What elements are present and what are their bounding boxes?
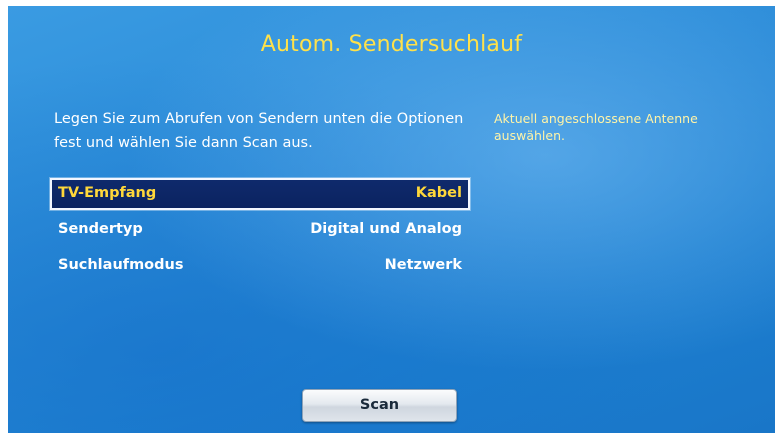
instructions-text: Legen Sie zum Abrufen von Sendern unten … — [54, 111, 464, 151]
menu-item-value: Digital und Analog — [310, 221, 462, 237]
menu-item-label: Sendertyp — [58, 221, 143, 237]
page-title: Autom. Sendersuchlauf — [260, 32, 523, 57]
menu-item-tv-empfang[interactable]: TV-Empfang Kabel — [50, 178, 470, 210]
menu-item-value: Kabel — [415, 185, 462, 201]
menu-item-value: Netzwerk — [384, 257, 462, 273]
help-text: Aktuell angeschlossene Antenne auswählen… — [494, 111, 698, 143]
menu-item-label: TV-Empfang — [58, 185, 157, 201]
menu-item-suchlaufmodus[interactable]: Suchlaufmodus Netzwerk — [50, 250, 470, 282]
menu-item-sendertyp[interactable]: Sendertyp Digital und Analog — [50, 214, 470, 246]
scan-button[interactable]: Scan — [302, 389, 457, 422]
tv-menu-screen: Autom. Sendersuchlauf Legen Sie zum Abru… — [8, 6, 775, 433]
settings-menu: TV-Empfang Kabel Sendertyp Digital und A… — [50, 178, 470, 286]
menu-item-label: Suchlaufmodus — [58, 257, 184, 273]
